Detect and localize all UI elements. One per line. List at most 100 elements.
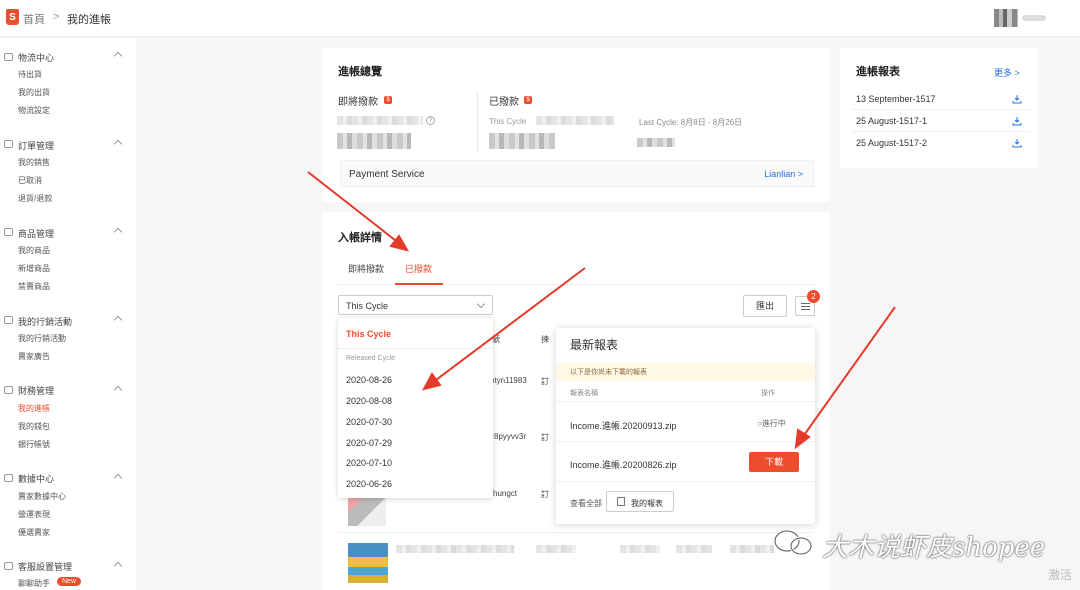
sidebar: 物流中心 待出貨 我的出貨 物流設定 訂單管理 我的銷售 已取消 退貨/退款 商… [0, 38, 136, 590]
table-cell-buyer: ptyn11983 [490, 376, 527, 385]
sidebar-section-orders[interactable]: 訂單管理 [18, 139, 54, 152]
chevron-up-icon[interactable] [113, 139, 123, 149]
blurred-cycle-dates [536, 116, 614, 125]
dropdown-option-this-cycle[interactable]: This Cycle [346, 329, 391, 339]
dropdown-group-released: Released Cycle [346, 355, 396, 362]
sidebar-section-products[interactable]: 商品管理 [18, 227, 54, 240]
report-item[interactable]: 13 September-1517 [856, 94, 936, 104]
report-item[interactable]: 25 August-1517-2 [856, 138, 927, 148]
blurred-released-amount [489, 133, 555, 149]
breadcrumb-separator: > [53, 11, 60, 23]
download-icon[interactable] [1012, 94, 1022, 104]
tab-released[interactable]: 已撥款 [405, 262, 432, 275]
upcoming-payout-label: 即將撥款 [338, 97, 378, 108]
sidebar-item-add-product[interactable]: 新增商品 [18, 263, 50, 274]
blurred-upcoming-amount [337, 133, 411, 149]
chevron-up-icon[interactable] [113, 385, 123, 395]
this-cycle-label: This Cycle [489, 117, 527, 126]
avatar[interactable] [994, 9, 1018, 27]
breadcrumb-home[interactable]: 首頁 [23, 11, 45, 27]
sidebar-section-customer-service[interactable]: 客服設置管理 [18, 560, 72, 573]
table-row-divider [338, 532, 814, 533]
sidebar-item-chat-assistant[interactable]: 聊聊助手 [18, 578, 50, 589]
chevron-down-icon[interactable] [476, 299, 486, 309]
col-report-name: 報表名稱 [570, 390, 598, 397]
overview-title: 進帳總覽 [338, 66, 382, 78]
download-icon[interactable] [1012, 138, 1022, 148]
table-cell-buyer: hungct [493, 489, 518, 498]
blurred-amount [730, 545, 774, 553]
dropdown-option[interactable]: 2020-07-29 [346, 438, 392, 448]
sidebar-section-data[interactable]: 數據中心 [18, 472, 54, 485]
lianlian-link[interactable]: Lianlian > [764, 169, 803, 179]
view-all-link[interactable]: 查看全部 [570, 498, 602, 509]
sidebar-item-my-campaigns[interactable]: 我的行銷活動 [18, 333, 66, 344]
sidebar-item-my-shipments[interactable]: 我的出貨 [18, 87, 50, 98]
latest-reports-notice: 以下是你尚未下載的報表 [556, 363, 815, 381]
dropdown-option[interactable]: 2020-07-10 [346, 458, 392, 468]
info-badge-icon[interactable]: $ [524, 96, 532, 104]
sidebar-item-seller-ads[interactable]: 賣家廣告 [18, 351, 50, 362]
download-button[interactable]: 下載 [749, 452, 799, 472]
info-badge-icon[interactable]: $ [384, 96, 392, 104]
report-file-name: Income.進帳.20200826.zip [570, 460, 677, 470]
chevron-up-icon[interactable] [113, 473, 123, 483]
chevron-up-icon[interactable] [113, 561, 123, 571]
sidebar-item-my-income[interactable]: 我的進帳 [18, 403, 50, 414]
sidebar-item-my-wallet[interactable]: 我的錢包 [18, 421, 50, 432]
dropdown-option[interactable]: 2020-06-26 [346, 479, 392, 489]
sidebar-item-data-center[interactable]: 賣家數據中心 [18, 491, 66, 502]
table-cell-type: 訂 [541, 490, 549, 499]
tag-icon [4, 316, 13, 324]
sidebar-item-my-products[interactable]: 我的商品 [18, 245, 50, 256]
breadcrumb-current: 我的進帳 [67, 14, 111, 26]
chevron-up-icon[interactable] [113, 51, 123, 61]
chevron-up-icon[interactable] [113, 315, 123, 325]
finance-icon [4, 386, 13, 394]
report-status-processing: ○進行中 [757, 419, 786, 428]
dropdown-option[interactable]: 2020-08-26 [346, 375, 392, 385]
overview-divider [477, 92, 478, 152]
report-count-badge: 2 [807, 290, 820, 303]
blurred-order-info [536, 545, 576, 553]
question-icon[interactable]: ? [426, 116, 435, 125]
sidebar-item-bank-account[interactable]: 銀行帳號 [18, 439, 50, 450]
report-file-name: Income.進帳.20200913.zip [570, 421, 677, 431]
sidebar-section-finance[interactable]: 財務管理 [18, 384, 54, 397]
blurred-amount [676, 545, 712, 553]
sidebar-item-banned-products[interactable]: 禁賣商品 [18, 281, 50, 292]
product-thumbnail[interactable] [348, 543, 388, 583]
sidebar-section-logistics[interactable]: 物流中心 [18, 51, 54, 64]
dropdown-option[interactable]: 2020-08-08 [346, 396, 392, 406]
wechat-icon [773, 529, 813, 556]
cycle-dropdown: This Cycle Released Cycle 2020-08-26 202… [338, 318, 493, 498]
shopee-logo[interactable]: S [6, 9, 19, 25]
chevron-up-icon[interactable] [113, 227, 123, 237]
account-name-blurred[interactable] [1022, 15, 1046, 21]
sidebar-section-marketing[interactable]: 我的行銷活動 [18, 315, 72, 328]
sidebar-item-returns[interactable]: 退貨/退款 [18, 193, 52, 204]
sidebar-item-to-ship[interactable]: 待出貨 [18, 69, 42, 80]
sidebar-item-my-sales[interactable]: 我的銷售 [18, 157, 50, 168]
sidebar-item-cancelled[interactable]: 已取消 [18, 175, 42, 186]
chart-icon [4, 474, 13, 482]
income-reports-title: 進帳報表 [856, 66, 900, 78]
new-badge: New [57, 577, 82, 586]
more-reports-link[interactable]: 更多 > [994, 66, 1020, 79]
download-icon[interactable] [1012, 116, 1022, 126]
sidebar-item-preferred-seller[interactable]: 優選賣家 [18, 527, 50, 538]
cycle-select-value: This Cycle [346, 301, 389, 311]
dropdown-option[interactable]: 2020-07-30 [346, 417, 392, 427]
sidebar-item-shipping-settings[interactable]: 物流設定 [18, 105, 50, 116]
truck-icon [4, 53, 13, 61]
released-payout-label: 已撥款 [489, 97, 519, 108]
blurred-last-cycle-amount [637, 138, 675, 147]
export-button[interactable]: 匯出 [743, 295, 787, 317]
sidebar-item-performance[interactable]: 營運表現 [18, 509, 50, 520]
report-item[interactable]: 25 August-1517-1 [856, 116, 927, 126]
activate-text: 激活 [1048, 568, 1073, 582]
tab-upcoming[interactable]: 即將撥款 [348, 262, 384, 275]
cycle-select[interactable]: This Cycle [338, 295, 493, 315]
my-reports-button[interactable]: 我的報表 [606, 491, 674, 512]
menu-icon [801, 303, 810, 304]
